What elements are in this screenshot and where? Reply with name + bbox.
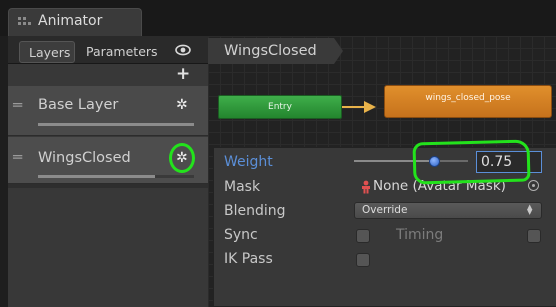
- gear-icon[interactable]: ✲: [176, 98, 188, 112]
- mask-label: Mask: [224, 179, 261, 195]
- animator-icon: [18, 16, 31, 28]
- plus-icon[interactable]: +: [176, 66, 190, 83]
- weight-label: Weight: [224, 154, 273, 170]
- layers-list-footer: [8, 184, 208, 188]
- state-wings-closed-pose[interactable]: wings_closed_pose: [384, 85, 552, 118]
- tab-layers[interactable]: Layers: [19, 41, 75, 63]
- tab-parameters[interactable]: Parameters: [86, 44, 158, 60]
- transition-arrow-icon: [364, 101, 376, 113]
- layer-weight-bar: [38, 175, 155, 178]
- timing-checkbox[interactable]: [527, 229, 541, 243]
- state-entry[interactable]: Entry: [218, 95, 342, 119]
- ik-pass-label: IK Pass: [224, 251, 273, 267]
- annotation-gear-highlight: [169, 143, 195, 173]
- avatar-mask-icon: [361, 179, 371, 194]
- sync-checkbox[interactable]: [356, 229, 370, 243]
- layer-name: WingsClosed: [38, 150, 131, 166]
- eye-icon[interactable]: [175, 41, 191, 56]
- drag-handle-icon[interactable]: ═: [13, 149, 22, 165]
- tab-title: Animator: [38, 13, 103, 29]
- blending-dropdown[interactable]: Override: [354, 202, 542, 219]
- annotation-weight-highlight: [412, 139, 531, 185]
- layer-weight-bar: [38, 123, 194, 126]
- ik-pass-checkbox[interactable]: [356, 253, 370, 267]
- layer-name: Base Layer: [38, 97, 119, 113]
- breadcrumb-label: WingsClosed: [224, 43, 317, 59]
- drag-handle-icon[interactable]: ═: [13, 97, 22, 113]
- breadcrumb-arrow: [334, 38, 343, 64]
- dropdown-caret-icon: ▲ ▼: [527, 203, 533, 216]
- timing-label: Timing: [396, 227, 444, 243]
- sync-label: Sync: [224, 227, 258, 243]
- blending-label: Blending: [224, 203, 286, 219]
- object-picker-icon[interactable]: [528, 180, 539, 191]
